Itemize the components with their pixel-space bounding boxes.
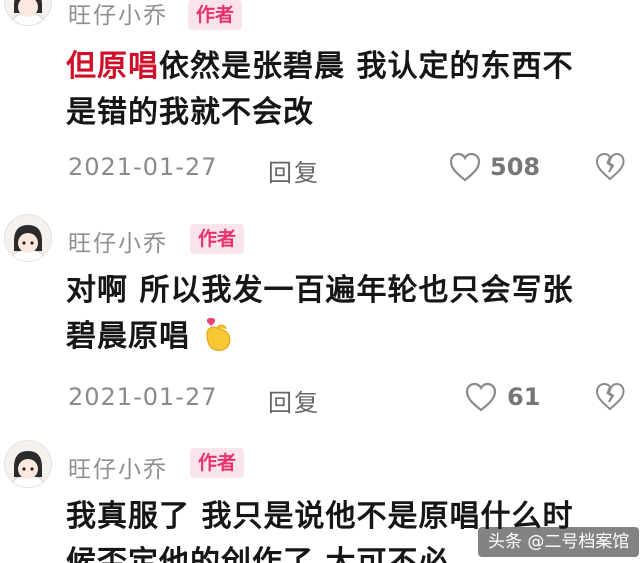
avatar[interactable] [4, 214, 52, 262]
comment-text-line2: 候否定他的创作了 大可不必 [66, 545, 450, 563]
broken-heart-icon[interactable] [594, 151, 626, 183]
broken-heart-icon[interactable] [594, 381, 626, 413]
author-badge: 作者 [190, 224, 245, 254]
author-badge: 作者 [188, 0, 243, 30]
comment-date: 2021-01-27 [68, 383, 218, 411]
username[interactable]: 旺仔小乔 [68, 224, 168, 258]
reply-button[interactable]: 回复 [268, 383, 320, 418]
heart-outline-icon[interactable] [448, 151, 482, 183]
comment-item-2: 旺仔小乔 作者 对啊 所以我发一百遍年轮也只会写张 碧晨原唱 2021-01-2… [0, 206, 640, 424]
username[interactable]: 旺仔小乔 [68, 450, 168, 484]
comment-text-line1: 对啊 所以我发一百遍年轮也只会写张 [66, 273, 574, 308]
reply-button[interactable]: 回复 [268, 153, 320, 188]
watermark: 头条 @二号档案馆 [478, 527, 640, 557]
heart-outline-icon[interactable] [464, 381, 498, 413]
comment-text-line1: 依然是张碧晨 我认定的东西不 [159, 49, 574, 84]
like-count: 61 [507, 383, 541, 411]
finger-heart-emoji [206, 318, 231, 351]
like-count: 508 [490, 153, 541, 181]
comment-text: 但原唱依然是张碧晨 我认定的东西不 是错的我就不会改 [66, 44, 626, 136]
comment-text-body: 对啊 所以我发一百遍年轮也只会写张 碧晨原唱 [66, 268, 626, 360]
avatar[interactable] [4, 440, 52, 488]
comment-text-line2: 是错的我就不会改 [66, 95, 314, 130]
highlight-text: 但原唱 [66, 49, 159, 84]
comment-text-line2: 碧晨原唱 [66, 319, 190, 354]
comment-item-1: 旺仔小乔 作者 但原唱依然是张碧晨 我认定的东西不 是错的我就不会改 2021-… [0, 0, 640, 200]
username[interactable]: 旺仔小乔 [68, 0, 168, 30]
comment-date: 2021-01-27 [68, 153, 218, 181]
author-badge: 作者 [190, 448, 245, 478]
avatar[interactable] [4, 0, 52, 26]
